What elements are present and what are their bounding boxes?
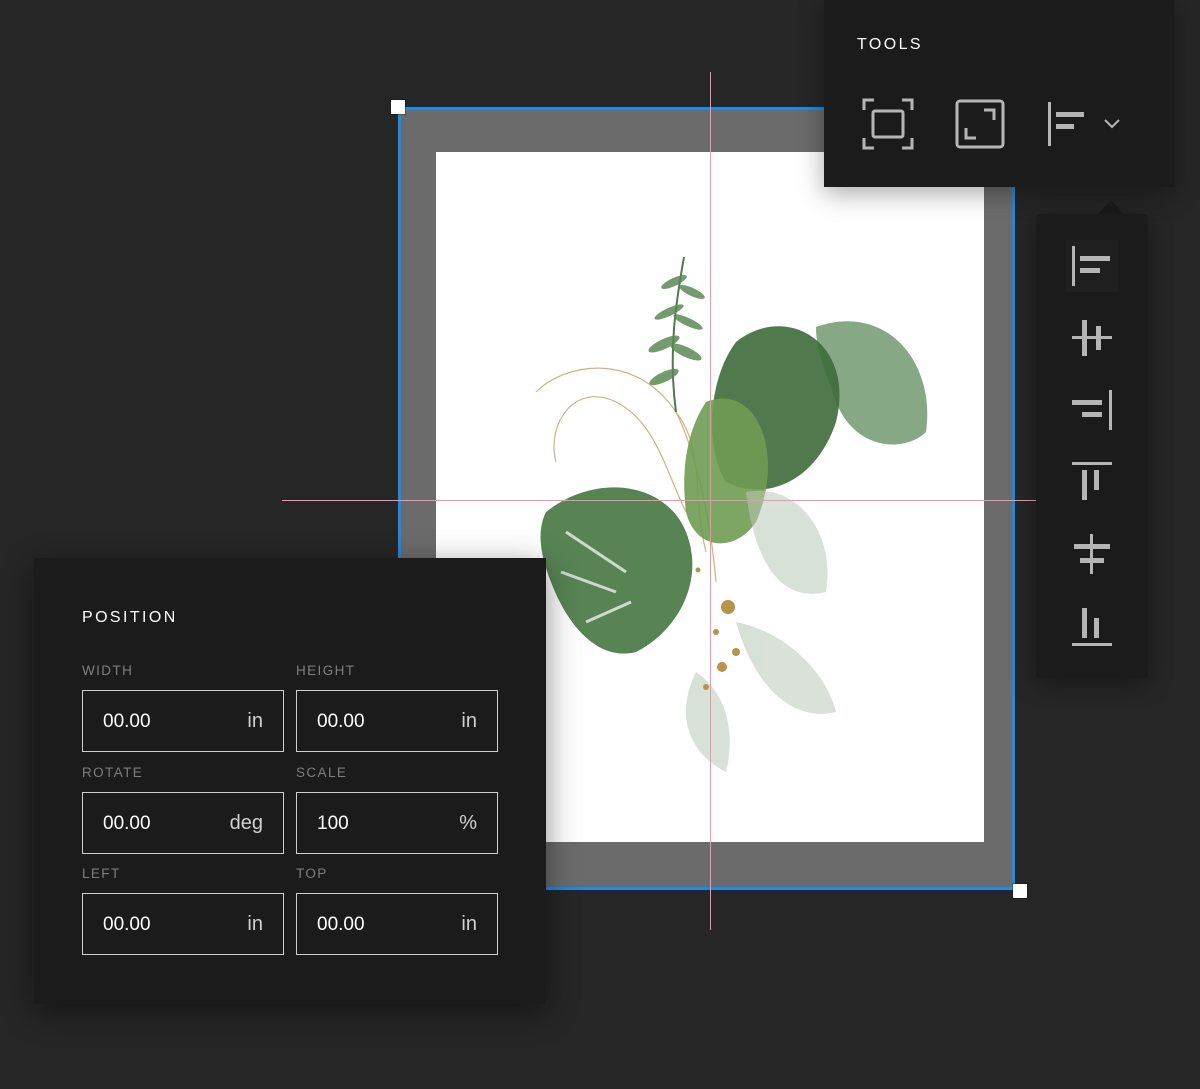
chevron-down-icon <box>1104 119 1120 129</box>
position-title: POSITION <box>82 609 178 626</box>
align-horizontal-center-option[interactable] <box>1066 312 1118 364</box>
left-value: 00.00 <box>103 914 151 935</box>
scale-label: SCALE <box>296 765 348 780</box>
align-vertical-center-option[interactable] <box>1066 528 1118 580</box>
expand-icon <box>955 99 1005 149</box>
design-canvas[interactable]: TOOLS POSITION WIDTH 00.00 in HEIGHT 00.… <box>0 0 1200 1089</box>
resize-handle-top-left[interactable] <box>391 100 405 114</box>
top-label: TOP <box>296 866 328 881</box>
scale-value: 100 <box>317 813 349 834</box>
resize-handle-bottom-right[interactable] <box>1013 884 1027 898</box>
scale-field[interactable]: 100 % <box>296 792 498 854</box>
width-value: 00.00 <box>103 711 151 732</box>
align-bottom-option[interactable] <box>1066 600 1118 652</box>
height-field[interactable]: 00.00 in <box>296 690 498 752</box>
rotate-field[interactable]: 00.00 deg <box>82 792 284 854</box>
left-label: LEFT <box>82 866 121 881</box>
align-left-option[interactable] <box>1066 240 1118 292</box>
dropdown-caret <box>1098 200 1124 214</box>
left-field[interactable]: 00.00 in <box>82 893 284 955</box>
fit-frame-icon <box>862 98 914 150</box>
top-value: 00.00 <box>317 914 365 935</box>
rotate-label: ROTATE <box>82 765 144 780</box>
tools-title: TOOLS <box>857 36 923 53</box>
height-value: 00.00 <box>317 711 365 732</box>
height-label: HEIGHT <box>296 663 356 678</box>
top-unit: in <box>461 913 477 935</box>
align-left-icon <box>1072 246 1110 286</box>
align-left-icon <box>1048 102 1120 146</box>
vertical-center-guide <box>710 72 711 930</box>
height-unit: in <box>461 710 477 732</box>
top-field[interactable]: 00.00 in <box>296 893 498 955</box>
align-top-icon <box>1072 462 1112 500</box>
scale-unit: % <box>459 812 477 834</box>
rotate-unit: deg <box>229 812 263 834</box>
tools-panel: TOOLS <box>824 0 1174 187</box>
align-menu <box>1036 214 1148 678</box>
rotate-value: 00.00 <box>103 813 151 834</box>
fit-frame-button[interactable] <box>862 98 914 150</box>
align-horizontal-center-icon <box>1072 320 1112 356</box>
width-field[interactable]: 00.00 in <box>82 690 284 752</box>
left-unit: in <box>247 913 263 935</box>
horizontal-center-guide <box>282 500 1036 501</box>
align-right-option[interactable] <box>1066 384 1118 436</box>
width-unit: in <box>247 710 263 732</box>
align-top-option[interactable] <box>1066 456 1118 508</box>
position-panel: POSITION WIDTH 00.00 in HEIGHT 00.00 in … <box>34 558 546 1004</box>
align-bottom-icon <box>1072 608 1112 646</box>
align-vertical-center-icon <box>1074 534 1110 574</box>
align-right-icon <box>1072 390 1112 430</box>
expand-button[interactable] <box>954 98 1006 150</box>
width-label: WIDTH <box>82 663 134 678</box>
align-dropdown-button[interactable] <box>1046 98 1130 150</box>
